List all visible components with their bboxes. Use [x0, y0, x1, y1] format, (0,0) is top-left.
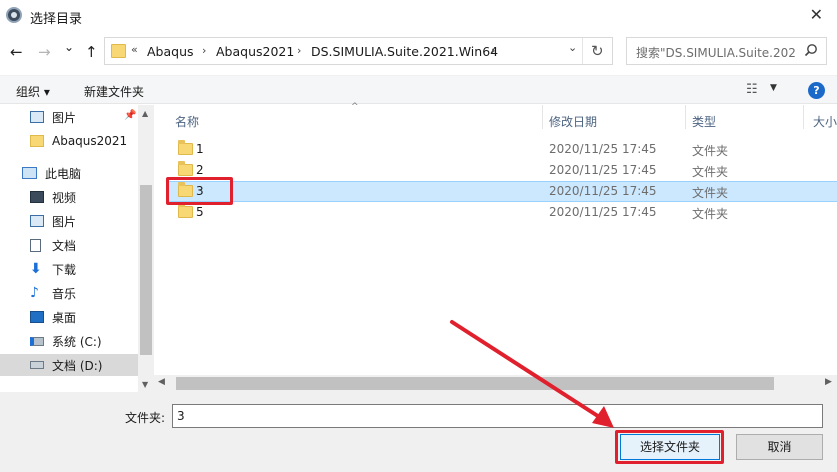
annotation-arrow: [450, 320, 614, 428]
